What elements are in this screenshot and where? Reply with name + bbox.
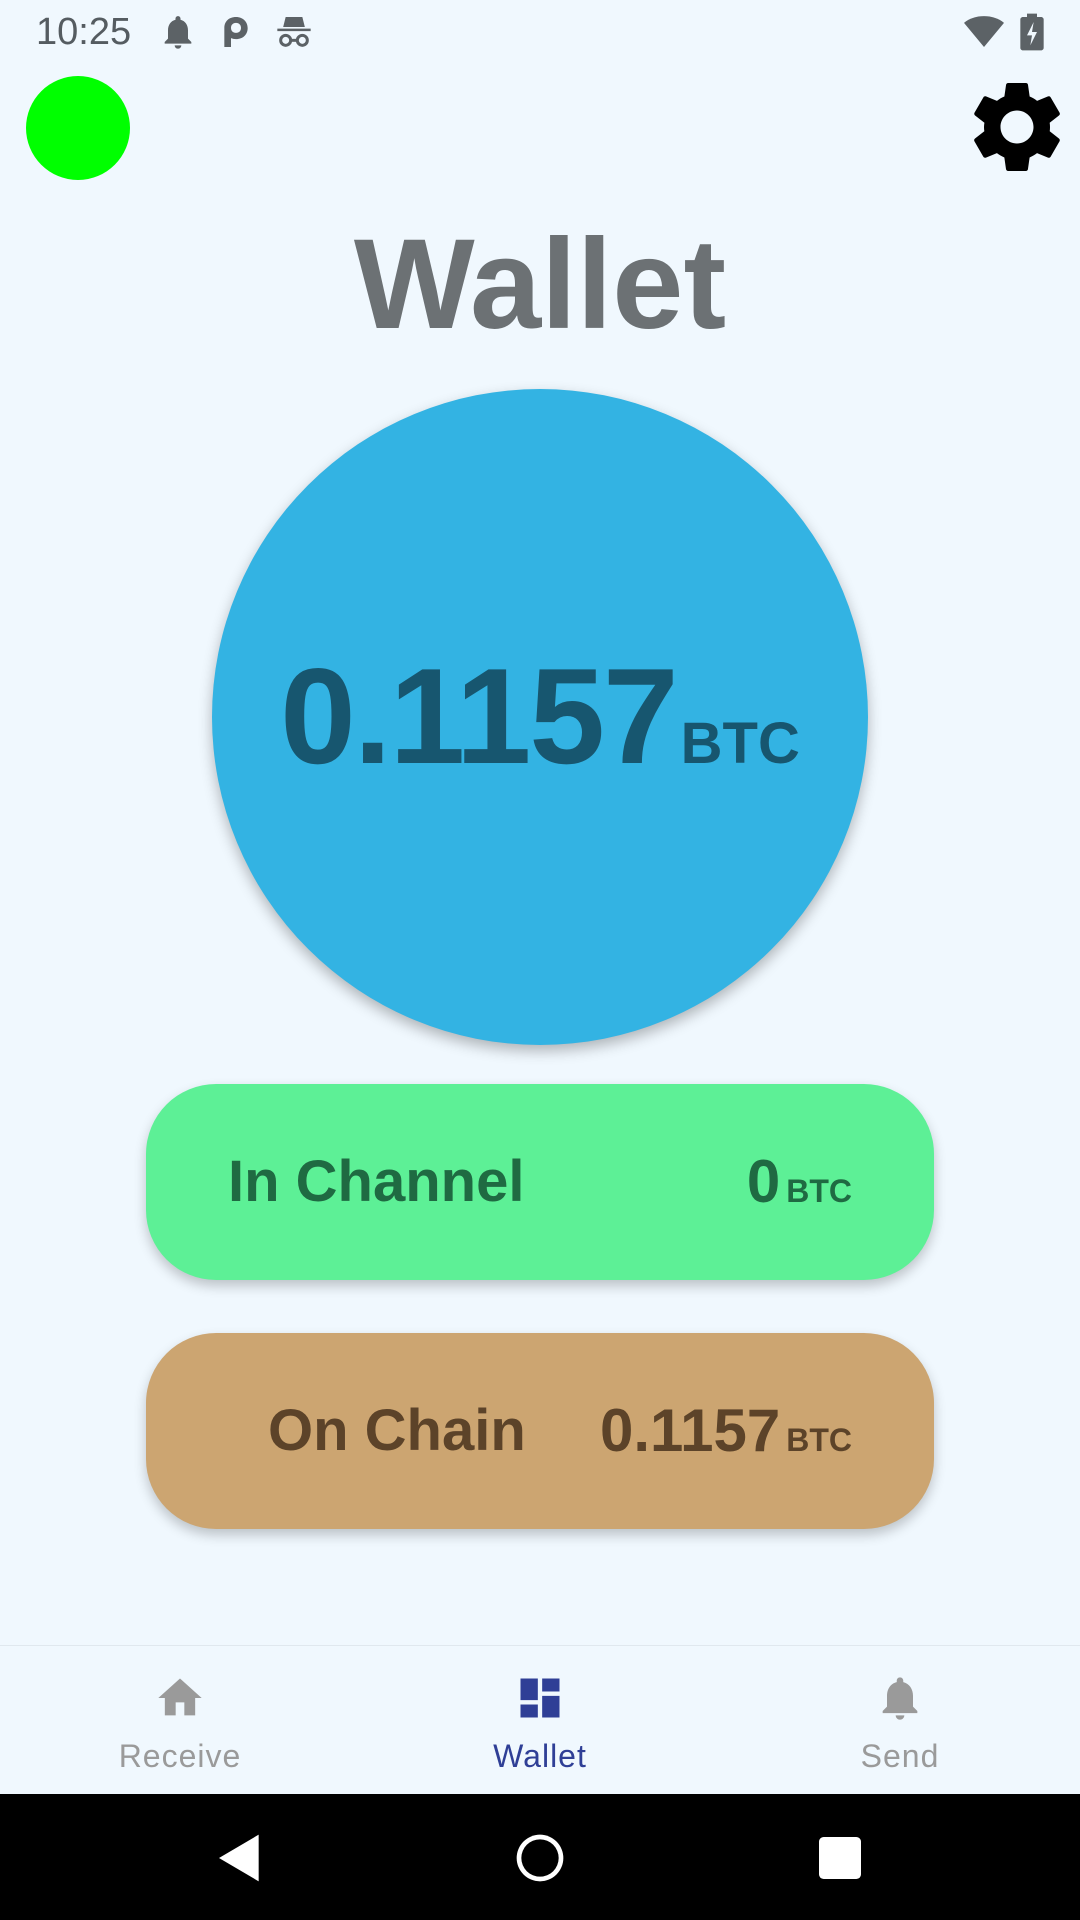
nav-item-label: Send xyxy=(860,1738,940,1774)
bell-icon xyxy=(874,1672,926,1724)
on-chain-unit: BTC xyxy=(786,1422,852,1458)
p-app-icon xyxy=(216,12,256,52)
recents-button[interactable] xyxy=(812,1830,868,1886)
connection-status-indicator[interactable] xyxy=(26,76,130,180)
bottom-navigation: Receive Wallet Send xyxy=(0,1645,1080,1795)
in-channel-label: In Channel xyxy=(228,1149,525,1214)
system-navigation-bar xyxy=(0,1794,1080,1920)
settings-button[interactable] xyxy=(962,72,1072,182)
back-icon xyxy=(212,1830,268,1886)
total-balance-circle[interactable]: 0.1157BTC xyxy=(212,389,868,1045)
total-balance: 0.1157BTC xyxy=(212,641,868,834)
in-channel-amount: 0 xyxy=(746,1148,781,1215)
notification-bell-icon xyxy=(158,12,198,52)
in-channel-balance: 0 BTC xyxy=(747,1084,852,1280)
on-chain-card[interactable]: On Chain 0.1157 BTC xyxy=(146,1333,934,1529)
nav-item-label: Wallet xyxy=(493,1738,587,1774)
nav-item-label: Receive xyxy=(118,1738,242,1774)
battery-charging-icon xyxy=(1014,12,1050,52)
status-bar: 10:25 xyxy=(0,0,1080,64)
nav-item-wallet[interactable]: Wallet xyxy=(360,1646,720,1795)
home-icon xyxy=(154,1672,206,1724)
on-chain-label: On Chain xyxy=(268,1398,526,1463)
home-circle-icon xyxy=(512,1830,568,1886)
incognito-icon xyxy=(274,12,314,52)
on-chain-amount: 0.1157 xyxy=(600,1397,781,1464)
back-button[interactable] xyxy=(212,1830,268,1886)
total-balance-unit: BTC xyxy=(680,711,800,776)
gear-icon xyxy=(962,72,1072,182)
home-button[interactable] xyxy=(512,1830,568,1886)
total-balance-amount: 0.1157 xyxy=(280,640,678,792)
dashboard-icon xyxy=(514,1672,566,1724)
nav-item-receive[interactable]: Receive xyxy=(0,1646,360,1795)
recents-icon xyxy=(812,1830,868,1886)
page-title: Wallet xyxy=(353,213,727,356)
wifi-icon xyxy=(962,12,1006,52)
on-chain-balance: 0.1157 BTC xyxy=(600,1333,852,1529)
status-time: 10:25 xyxy=(36,11,132,53)
nav-item-send[interactable]: Send xyxy=(720,1646,1080,1795)
in-channel-unit: BTC xyxy=(786,1173,852,1209)
in-channel-card[interactable]: In Channel 0 BTC xyxy=(146,1084,934,1280)
